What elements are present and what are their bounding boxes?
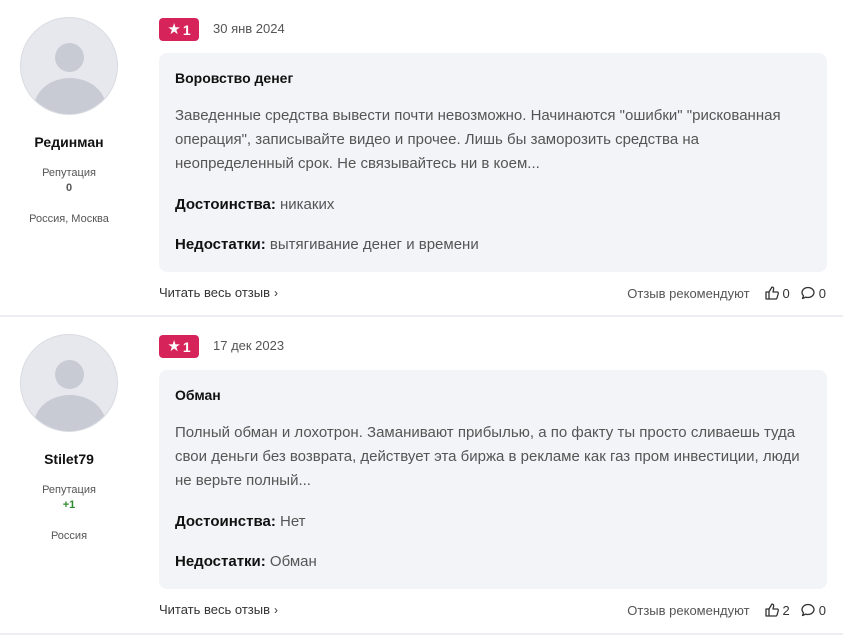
reputation-value: 0 xyxy=(65,182,73,194)
review-pros: Достоинства: никаких xyxy=(175,196,334,213)
rating-value: 1 xyxy=(182,21,191,38)
thumbs-up-icon xyxy=(764,603,779,617)
like-count: 0 xyxy=(782,285,790,301)
review-card[interactable]: Воровство денег Заведенные средства выве… xyxy=(159,53,827,272)
pros-label: Достоинства: xyxy=(175,196,276,213)
author-name[interactable]: Рединман xyxy=(0,134,138,150)
review-pros: Достоинства: Нет xyxy=(175,513,306,530)
pros-text: Нет xyxy=(275,513,306,530)
review-date: 17 дек 2023 xyxy=(213,338,285,353)
like-button[interactable]: 0 xyxy=(764,285,790,301)
star-icon: ★ xyxy=(167,338,181,355)
review-text: Заведенные средства вывести почти невозм… xyxy=(175,107,781,172)
avatar-head-shape xyxy=(55,360,84,389)
rating-badge: ★ 1 xyxy=(159,18,199,41)
author-location: Россия, Москва xyxy=(29,213,109,225)
recommend-label: Отзыв рекомендуют xyxy=(627,285,750,301)
review-card[interactable]: Обман Полный обман и лохотрон. Заманиваю… xyxy=(159,370,827,589)
comment-count: 0 xyxy=(818,602,826,618)
recommend-label: Отзыв рекомендуют xyxy=(627,602,750,618)
review-title[interactable]: Обман xyxy=(175,387,221,403)
avatar-head-shape xyxy=(55,43,84,72)
author-location: Россия xyxy=(50,530,88,542)
comment-icon xyxy=(801,286,815,300)
pros-text: никаких xyxy=(275,196,335,213)
reputation-value: +1 xyxy=(62,499,76,511)
rating-badge: ★ 1 xyxy=(159,335,199,358)
review-text: Полный обман и лохотрон. Заманивают приб… xyxy=(175,424,800,489)
cons-label: Недостатки: xyxy=(175,553,266,570)
read-more-label: Читать весь отзыв xyxy=(159,285,271,300)
avatar-body-shape xyxy=(34,395,106,431)
reputation-label: Репутация xyxy=(42,167,96,179)
review-item: Stilet79 Репутация +1 Россия ★ 1 17 дек … xyxy=(0,317,843,635)
pros-label: Достоинства: xyxy=(175,513,276,530)
cons-label: Недостатки: xyxy=(175,236,266,253)
read-full-review-link[interactable]: Читать весь отзыв › xyxy=(159,602,278,617)
like-count: 2 xyxy=(782,602,790,618)
comment-button[interactable]: 0 xyxy=(800,285,826,301)
cons-text: Обман xyxy=(265,553,317,570)
review-title[interactable]: Воровство денег xyxy=(175,70,293,86)
comment-count: 0 xyxy=(818,285,826,301)
chevron-right-icon: › xyxy=(274,286,279,300)
chevron-right-icon: › xyxy=(274,603,279,617)
reputation-label: Репутация xyxy=(42,484,96,496)
review-item: Рединман Репутация 0 Россия, Москва ★ 1 … xyxy=(0,0,843,317)
review-date: 30 янв 2024 xyxy=(213,21,285,36)
review-footer-stats: Отзыв рекомендуют 2 0 xyxy=(627,602,826,618)
review-cons: Недостатки: вытягивание денег и времени xyxy=(175,236,479,253)
read-full-review-link[interactable]: Читать весь отзыв › xyxy=(159,285,278,300)
review-cons: Недостатки: Обман xyxy=(175,553,317,570)
comment-icon xyxy=(801,603,815,617)
avatar[interactable] xyxy=(20,334,118,432)
avatar-body-shape xyxy=(34,78,106,114)
rating-value: 1 xyxy=(182,338,191,355)
like-button[interactable]: 2 xyxy=(764,602,790,618)
thumbs-up-icon xyxy=(764,286,779,300)
comment-button[interactable]: 0 xyxy=(800,602,826,618)
cons-text: вытягивание денег и времени xyxy=(265,236,479,253)
read-more-label: Читать весь отзыв xyxy=(159,602,271,617)
avatar[interactable] xyxy=(20,17,118,115)
star-icon: ★ xyxy=(167,21,181,38)
author-name[interactable]: Stilet79 xyxy=(0,451,138,467)
review-footer-stats: Отзыв рекомендуют 0 0 xyxy=(627,285,826,301)
